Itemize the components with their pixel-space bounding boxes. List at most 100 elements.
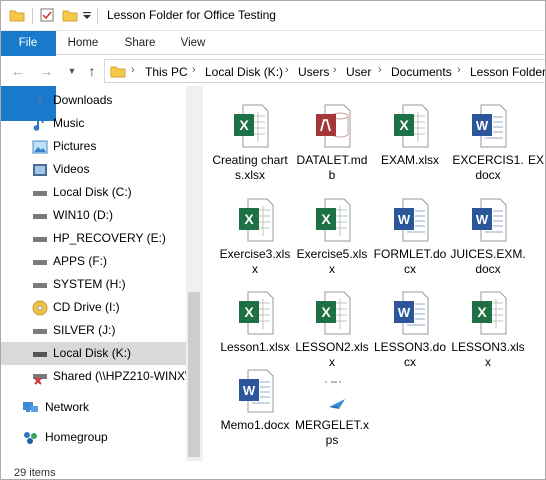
music-icon xyxy=(33,117,44,131)
svg-text:X: X xyxy=(321,211,331,227)
folder-icon xyxy=(9,10,25,22)
excel-file-icon: X xyxy=(316,291,351,335)
drive-icon xyxy=(33,283,47,288)
nav-item-label: APPS (F:) xyxy=(53,254,108,268)
breadcrumb-user[interactable]: User xyxy=(346,65,371,79)
file-item[interactable]: X Creating charts.xlsx xyxy=(212,96,288,186)
file-item[interactable]: W LESSON3.docx xyxy=(372,283,448,373)
svg-text:X: X xyxy=(477,304,487,320)
excel-file-icon: X xyxy=(239,291,274,335)
item-count: 29 items xyxy=(14,467,56,479)
address-bar[interactable]: › This PC › Local Disk (K:) › Users › Us… xyxy=(104,59,546,83)
new-folder-icon[interactable] xyxy=(62,7,78,23)
breadcrumb-separator-icon[interactable]: › xyxy=(457,64,461,76)
tab-view[interactable]: View xyxy=(173,31,213,55)
file-item[interactable]: W Memo1.docx xyxy=(217,361,293,451)
xps-file-icon xyxy=(325,381,345,409)
file-name: DATALET.mdb xyxy=(296,153,368,182)
breadcrumb-lesson-folder[interactable]: Lesson Folder f xyxy=(470,65,546,79)
nav-item-videos[interactable]: Videos xyxy=(0,158,186,181)
nav-item-local-disk-c[interactable]: Local Disk (C:) xyxy=(0,181,186,204)
svg-text:X: X xyxy=(244,211,254,227)
word-file-icon: W xyxy=(394,291,429,335)
file-name: EXAM.xlsx xyxy=(380,153,439,167)
nav-item-downloads[interactable]: Downloads xyxy=(0,89,186,112)
network-drive-icon xyxy=(33,374,47,385)
tab-home[interactable]: Home xyxy=(61,31,105,55)
file-item[interactable]: X Exercise3.xlsx xyxy=(217,190,293,280)
nav-item-system-h[interactable]: SYSTEM (H:) xyxy=(0,273,186,296)
drive-icon xyxy=(33,214,47,219)
file-name: Exercise3.xlsx xyxy=(219,247,291,276)
nav-item-local-disk-k[interactable]: Local Disk (K:) xyxy=(0,342,186,365)
drive-icon xyxy=(33,237,47,242)
drive-icon xyxy=(33,329,47,334)
file-item[interactable]: EX xyxy=(528,96,546,186)
excel-file-icon: X xyxy=(394,104,429,148)
nav-scrollbar-thumb[interactable] xyxy=(188,292,200,457)
nav-item-hp-recovery-e[interactable]: HP_RECOVERY (E:) xyxy=(0,227,186,250)
customize-toolbar-icon[interactable] xyxy=(82,11,92,21)
file-item[interactable]: W JUICES.EXM.docx xyxy=(450,190,526,280)
nav-item-label: Local Disk (K:) xyxy=(53,346,132,360)
file-item[interactable]: X EXAM.xlsx xyxy=(372,96,448,186)
breadcrumb-this-pc[interactable]: This PC xyxy=(145,65,188,79)
network-icon xyxy=(23,402,38,412)
file-name: FORMLET.docx xyxy=(373,247,447,276)
nav-item-homegroup[interactable]: Homegroup xyxy=(0,426,186,449)
tab-share[interactable]: Share xyxy=(117,31,163,55)
file-item[interactable]: W EXCERCIS1.docx xyxy=(450,96,526,186)
up-arrow-icon[interactable]: ↑ xyxy=(84,63,100,79)
file-name: LESSON3.xlsx xyxy=(451,340,525,369)
breadcrumb-users[interactable]: Users xyxy=(298,65,329,79)
nav-item-network[interactable]: Network xyxy=(0,396,186,419)
file-item[interactable]: DATALET.mdb xyxy=(294,96,370,186)
file-item[interactable]: X LESSON3.xlsx xyxy=(450,283,526,373)
file-item[interactable]: X LESSON2.xlsx xyxy=(294,283,370,373)
separator xyxy=(32,8,33,24)
breadcrumb-local-disk-k[interactable]: Local Disk (K:) xyxy=(205,65,283,79)
breadcrumb-separator-icon[interactable]: › xyxy=(192,64,196,76)
videos-icon xyxy=(33,164,47,176)
nav-item-cd-drive-i[interactable]: CD Drive (I:) xyxy=(0,296,186,319)
svg-text:W: W xyxy=(476,212,489,227)
nav-item-apps-f[interactable]: APPS (F:) xyxy=(0,250,186,273)
file-item[interactable]: X Exercise5.xlsx xyxy=(294,190,370,280)
file-name: EX xyxy=(528,153,545,167)
file-name: Exercise5.xlsx xyxy=(296,247,368,276)
nav-item-label: HP_RECOVERY (E:) xyxy=(53,231,166,245)
back-arrow-icon[interactable]: ← xyxy=(10,63,26,79)
svg-text:X: X xyxy=(239,117,249,133)
breadcrumb-separator-icon[interactable]: › xyxy=(378,64,382,76)
properties-icon[interactable] xyxy=(39,7,55,23)
file-item[interactable]: W FORMLET.docx xyxy=(372,190,448,280)
drive-icon xyxy=(33,260,47,265)
recent-locations-icon[interactable]: ▼ xyxy=(64,63,80,79)
nav-item-pictures[interactable]: Pictures xyxy=(0,135,186,158)
breadcrumb-documents[interactable]: Documents xyxy=(391,65,452,79)
svg-text:X: X xyxy=(399,117,409,133)
file-item[interactable]: MERGELET.xps xyxy=(294,361,370,451)
forward-arrow-icon[interactable]: → xyxy=(38,63,54,79)
pictures-icon xyxy=(32,140,48,154)
breadcrumb-separator-icon[interactable]: › xyxy=(285,64,289,76)
nav-item-label: Local Disk (C:) xyxy=(53,185,132,199)
word-file-icon: W xyxy=(472,198,507,242)
breadcrumb-separator-icon[interactable]: › xyxy=(131,64,135,76)
file-list: X Creating charts.xlsx DATALET.mdb X EXA… xyxy=(203,86,546,461)
breadcrumb-separator-icon[interactable]: › xyxy=(333,64,337,76)
status-bar: 29 items xyxy=(0,461,546,480)
word-file-icon: W xyxy=(472,104,507,148)
svg-text:W: W xyxy=(398,212,411,227)
nav-item-silver-j[interactable]: SILVER (J:) xyxy=(0,319,186,342)
nav-item-win10-d[interactable]: WIN10 (D:) xyxy=(0,204,186,227)
address-row: ← → ▼ ↑ › This PC › Local Disk (K:) › Us… xyxy=(0,56,546,86)
nav-item-label: WIN10 (D:) xyxy=(53,208,113,222)
nav-item-shared-network-drive[interactable]: Shared (\\HPZ210-WINX\P xyxy=(0,365,196,388)
excel-file-icon: X xyxy=(472,291,507,335)
nav-item-label: Network xyxy=(45,400,90,414)
nav-item-music[interactable]: Music xyxy=(0,112,186,135)
folder-icon xyxy=(110,66,126,78)
file-item[interactable]: X Lesson1.xlsx xyxy=(217,283,293,373)
file-name: Memo1.docx xyxy=(220,418,290,432)
